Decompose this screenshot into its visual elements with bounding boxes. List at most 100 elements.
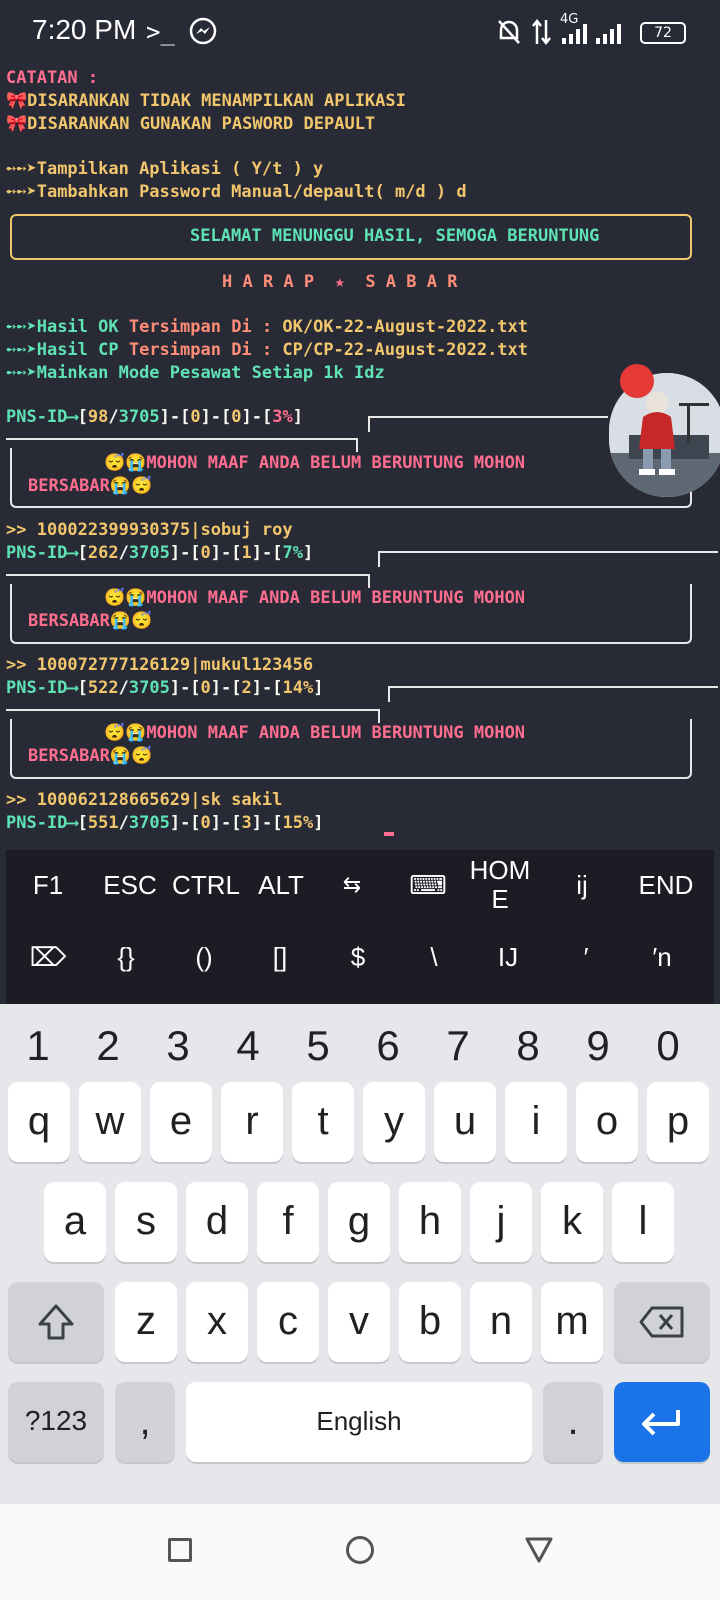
- key-f1[interactable]: F1: [18, 860, 78, 910]
- key-l[interactable]: l: [612, 1182, 674, 1262]
- harap-sabar-line: H A R A P ★ S A B A R: [222, 272, 458, 292]
- progress-line: PNS-ID⟶[262/3705]-[0]-[1]-[7%]: [6, 543, 314, 563]
- note-line-2: 🎀DISARANKAN GUNAKAN PASWORD DEPAULT: [6, 114, 376, 134]
- period-key[interactable]: .: [543, 1382, 603, 1462]
- key-c[interactable]: c: [257, 1282, 319, 1362]
- key-0[interactable]: 0: [638, 1022, 698, 1070]
- key-j[interactable]: j: [470, 1182, 532, 1262]
- key-r[interactable]: r: [221, 1082, 283, 1162]
- emoji-sad-icon: 😭😴: [109, 611, 153, 631]
- sorry-message: 😴😭MOHON MAAF ANDA BELUM BERUNTUNG MOHON: [104, 453, 526, 473]
- sorry-message: 😴😭MOHON MAAF ANDA BELUM BERUNTUNG MOHON: [104, 588, 526, 608]
- key-x[interactable]: x: [186, 1282, 248, 1362]
- key-i[interactable]: i: [505, 1082, 567, 1162]
- key-ctrl[interactable]: CTRL: [166, 860, 246, 910]
- key-w[interactable]: w: [79, 1082, 141, 1162]
- status-time: 7:20 PM: [32, 14, 137, 45]
- progress-line: PNS-ID⟶[522/3705]-[0]-[2]-[14%]: [6, 678, 324, 698]
- progress-line: PNS-ID⟶[98/3705]-[0]-[0]-[3%]: [6, 407, 303, 427]
- shift-key[interactable]: [8, 1282, 104, 1362]
- key-9[interactable]: 9: [568, 1022, 628, 1070]
- data-arrows-icon: [532, 18, 551, 46]
- airplane-mode-line: ➻➻➤Mainkan Mode Pesawat Setiap 1k Idz: [6, 363, 385, 383]
- extra-keys-bar: F1 ESC CTRL ALT ⇆ ⌨ HOME ij END ⌦ {} () …: [6, 850, 714, 1004]
- emoji-sad-icon: 😭😴: [109, 476, 153, 496]
- key-prime-n[interactable]: ′n: [632, 932, 692, 982]
- key-5[interactable]: 5: [288, 1022, 348, 1070]
- catatan-heading: CATATAN :: [6, 68, 99, 88]
- key-o[interactable]: o: [576, 1082, 638, 1162]
- key-brackets[interactable]: []: [250, 932, 310, 982]
- key-q[interactable]: q: [8, 1082, 70, 1162]
- key-dollar[interactable]: $: [328, 932, 388, 982]
- arrow-prefix-icon: ➻➻➤: [6, 182, 37, 202]
- key-delete-icon[interactable]: ⌦: [18, 932, 78, 982]
- sorry-message-2: BERSABAR😭😴: [28, 746, 153, 766]
- key-b[interactable]: b: [399, 1282, 461, 1362]
- key-u[interactable]: u: [434, 1082, 496, 1162]
- key-a[interactable]: a: [44, 1182, 106, 1262]
- prompt-line-1: ➻➻➤Tampilkan Aplikasi ( Y/t ) y: [6, 159, 324, 179]
- key-g[interactable]: g: [328, 1182, 390, 1262]
- status-bar: 7:20 PM >_ 4G 72: [0, 0, 720, 64]
- note-line-1: 🎀DISARANKAN TIDAK MENAMPILKAN APLIKASI: [6, 91, 406, 111]
- key-3[interactable]: 3: [148, 1022, 208, 1070]
- key-alt[interactable]: ALT: [246, 860, 316, 910]
- progress-line: PNS-ID⟶[551/3705]-[0]-[3]-[15%]: [6, 813, 324, 833]
- key-z[interactable]: z: [115, 1282, 177, 1362]
- key-m[interactable]: m: [541, 1282, 603, 1362]
- key-end[interactable]: END: [626, 860, 706, 910]
- key-1[interactable]: 1: [8, 1022, 68, 1070]
- navigation-bar: [0, 1504, 720, 1600]
- account-line: >> 100022399930375|sobuj roy: [6, 520, 293, 540]
- symbols-key[interactable]: ?123: [8, 1382, 104, 1462]
- key-n[interactable]: n: [470, 1282, 532, 1362]
- key-braces[interactable]: {}: [96, 932, 156, 982]
- key-tab-icon[interactable]: ⇆: [322, 860, 382, 910]
- key-8[interactable]: 8: [498, 1022, 558, 1070]
- key-v[interactable]: v: [328, 1282, 390, 1362]
- key-p[interactable]: p: [647, 1082, 709, 1162]
- arrow-prefix-icon: ➻➻➤: [6, 159, 37, 179]
- key-esc[interactable]: ESC: [90, 860, 170, 910]
- back-button-icon[interactable]: [524, 1536, 554, 1564]
- account-line: >> 100062128665629|sk sakil: [6, 790, 283, 810]
- account-line: >> 100072777126129|mukul123456: [6, 655, 314, 675]
- key-ij[interactable]: ij: [552, 860, 612, 910]
- enter-icon: [642, 1410, 680, 1436]
- key-home[interactable]: HOME: [468, 856, 532, 914]
- signal-icon: [562, 24, 621, 44]
- sorry-message-2: BERSABAR😭😴: [28, 611, 153, 631]
- comma-key[interactable]: ,: [115, 1382, 175, 1462]
- key-4[interactable]: 4: [218, 1022, 278, 1070]
- terminal-prompt-icon: >_: [146, 18, 175, 46]
- key-t[interactable]: t: [292, 1082, 354, 1162]
- terminal-output[interactable]: CATATAN : 🎀DISARANKAN TIDAK MENAMPILKAN …: [0, 64, 720, 850]
- key-k[interactable]: k: [541, 1182, 603, 1262]
- backspace-key[interactable]: [614, 1282, 710, 1362]
- recents-button-icon[interactable]: [168, 1538, 192, 1562]
- key-keyboard-icon[interactable]: ⌨: [398, 860, 458, 910]
- arrow-prefix-icon: ➻➻➤: [6, 340, 37, 360]
- key-e[interactable]: e: [150, 1082, 212, 1162]
- sorry-message: 😴😭MOHON MAAF ANDA BELUM BERUNTUNG MOHON: [104, 723, 526, 743]
- key-f[interactable]: f: [257, 1182, 319, 1262]
- space-bar[interactable]: English: [186, 1382, 532, 1462]
- notification-badge-icon: [620, 364, 654, 398]
- sorry-message-2: BERSABAR😭😴: [28, 476, 153, 496]
- enter-key[interactable]: [614, 1382, 710, 1462]
- key-2[interactable]: 2: [78, 1022, 138, 1070]
- key-ij-ligature[interactable]: IJ: [478, 932, 538, 982]
- key-y[interactable]: y: [363, 1082, 425, 1162]
- home-button-icon[interactable]: [346, 1536, 374, 1564]
- key-h[interactable]: h: [399, 1182, 461, 1262]
- key-prime[interactable]: ′: [556, 932, 616, 982]
- key-6[interactable]: 6: [358, 1022, 418, 1070]
- key-parens[interactable]: (): [174, 932, 234, 982]
- key-7[interactable]: 7: [428, 1022, 488, 1070]
- key-s[interactable]: s: [115, 1182, 177, 1262]
- key-backslash[interactable]: \: [404, 932, 464, 982]
- ribbon-icon: 🎀: [6, 91, 28, 111]
- key-d[interactable]: d: [186, 1182, 248, 1262]
- ok-path-line: ➻➻➤Hasil OK Tersimpan Di : OK/OK-22-Augu…: [6, 317, 529, 337]
